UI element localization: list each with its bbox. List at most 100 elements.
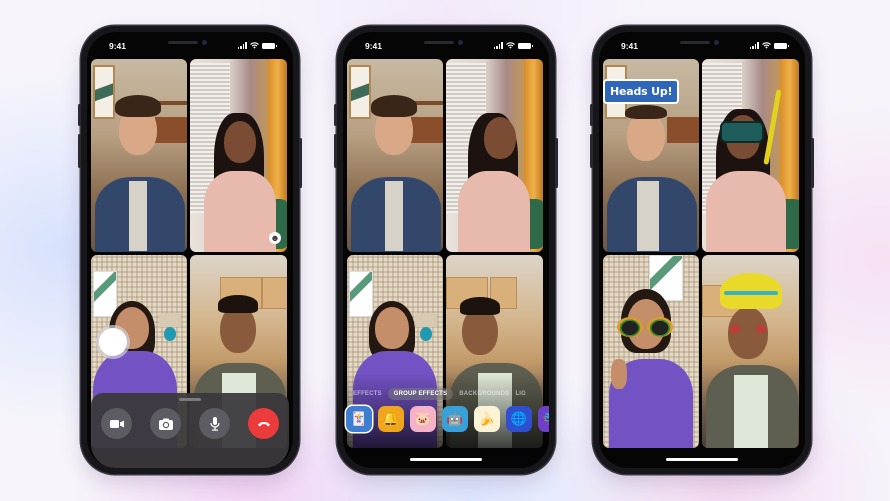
shelf xyxy=(155,117,187,143)
shelf xyxy=(667,117,699,143)
effect-banana[interactable]: 🍌 xyxy=(474,406,500,432)
power-button xyxy=(555,138,558,188)
wifi-icon xyxy=(506,42,515,49)
mask-icon: 🎭 xyxy=(543,411,549,427)
tab-effects[interactable]: EFFECTS xyxy=(353,391,382,397)
speaker xyxy=(168,41,198,44)
front-camera xyxy=(714,40,719,45)
face-paint xyxy=(730,325,740,333)
effect-space-orb[interactable]: 🌐 xyxy=(506,406,532,432)
effects-carousel: 🃏 🔔 🐷 🤖 🍌 🌐 🎭 xyxy=(346,406,549,432)
shirt xyxy=(385,181,403,251)
participant-face xyxy=(728,307,768,359)
video-camera-icon xyxy=(109,419,124,428)
robot-icon: 🤖 xyxy=(446,411,464,426)
effect-pig[interactable]: 🐷 xyxy=(410,406,436,432)
participant-tile[interactable] xyxy=(603,255,699,448)
tab-backgrounds[interactable]: BACKGROUNDS xyxy=(459,391,509,397)
battery-icon xyxy=(774,42,789,49)
phone-effects-picker: 9:41 EFFECTS GROUP EFFECTS BACKGROUNDS L… xyxy=(334,26,558,474)
hair xyxy=(460,297,500,315)
power-button xyxy=(299,138,302,188)
flip-camera-button[interactable] xyxy=(150,408,181,439)
volume-button xyxy=(590,104,593,126)
snorkel-effect xyxy=(763,89,782,165)
shirt xyxy=(734,375,768,448)
battery-icon xyxy=(262,42,277,49)
participant-tile[interactable] xyxy=(91,59,187,252)
speaker xyxy=(680,41,710,44)
status-time: 9:41 xyxy=(365,41,383,51)
banana-icon: 🍌 xyxy=(478,411,496,426)
participant-tile[interactable]: Heads Up! xyxy=(603,59,699,252)
flip-camera-icon xyxy=(158,418,173,430)
volume-button xyxy=(334,134,337,168)
pointing-hand xyxy=(611,359,627,389)
capture-button[interactable] xyxy=(99,328,127,356)
screen: 9:41 EFFECTS GROUP EFFECTS BACKGROUNDS L… xyxy=(343,32,549,468)
effects-icon[interactable]: ☻ xyxy=(269,232,281,244)
kitchen-cabinet xyxy=(262,277,287,309)
effect-category-tabs: EFFECTS GROUP EFFECTS BACKGROUNDS LIG xyxy=(343,387,549,401)
hang-up-icon xyxy=(257,422,270,427)
phone-call-controls: 9:41 ☻ xyxy=(78,26,302,474)
signal-icon xyxy=(749,42,759,49)
effect-purple[interactable]: 🎭 xyxy=(538,406,549,432)
hat-effect xyxy=(720,273,782,309)
hair xyxy=(218,295,258,313)
lamp-shade xyxy=(415,313,437,327)
shirt xyxy=(637,181,659,251)
battery-icon xyxy=(518,42,533,49)
power-button xyxy=(811,138,814,188)
wall-art xyxy=(349,271,373,317)
wifi-icon xyxy=(762,42,771,49)
wall-art xyxy=(349,65,371,119)
shirt xyxy=(129,181,147,251)
screen: 9:41 Heads Up! xyxy=(599,32,805,468)
home-indicator[interactable] xyxy=(410,458,482,461)
wall-art xyxy=(93,65,115,119)
front-camera xyxy=(458,40,463,45)
participant-tile[interactable] xyxy=(347,59,443,252)
effect-robot[interactable]: 🤖 xyxy=(442,406,468,432)
microphone-icon xyxy=(209,416,220,431)
tab-lighting[interactable]: LIG xyxy=(515,391,526,397)
participant-tile[interactable] xyxy=(702,59,799,252)
call-controls-panel xyxy=(91,393,289,468)
hair xyxy=(115,95,161,117)
participant-face xyxy=(224,121,256,163)
hair xyxy=(625,105,667,119)
participant-body xyxy=(204,171,276,252)
bell-icon: 🔔 xyxy=(382,411,400,426)
signal-icon xyxy=(237,42,247,49)
mute-button[interactable] xyxy=(199,408,230,439)
front-camera xyxy=(202,40,207,45)
status-time: 9:41 xyxy=(109,41,127,51)
hair xyxy=(371,95,417,117)
drag-handle[interactable] xyxy=(179,398,201,401)
volume-button xyxy=(590,134,593,168)
signal-icon xyxy=(493,42,503,49)
lamp-base xyxy=(164,327,176,341)
participant-body xyxy=(706,171,786,252)
volume-button xyxy=(334,104,337,126)
participant-tile[interactable] xyxy=(446,59,543,252)
end-call-button[interactable] xyxy=(248,408,279,439)
wall-art xyxy=(93,271,117,317)
phone-group-effect-active: 9:41 Heads Up! xyxy=(590,26,814,474)
heads-up-icon: 🃏 xyxy=(350,411,368,426)
home-indicator[interactable] xyxy=(666,458,738,461)
camera-toggle-button[interactable] xyxy=(101,408,132,439)
effect-bell[interactable]: 🔔 xyxy=(378,406,404,432)
orb-icon: 🌐 xyxy=(510,411,528,426)
participant-tile[interactable] xyxy=(702,255,799,448)
heads-up-card: Heads Up! xyxy=(603,79,680,104)
lamp-base xyxy=(420,327,432,341)
tab-group-effects[interactable]: GROUP EFFECTS xyxy=(387,388,454,400)
face-paint xyxy=(756,325,766,333)
participant-face xyxy=(375,307,409,349)
effect-heads-up[interactable]: 🃏 xyxy=(346,406,372,432)
participant-body xyxy=(458,171,530,252)
participant-tile[interactable]: ☻ xyxy=(190,59,287,252)
screen: 9:41 ☻ xyxy=(87,32,293,468)
